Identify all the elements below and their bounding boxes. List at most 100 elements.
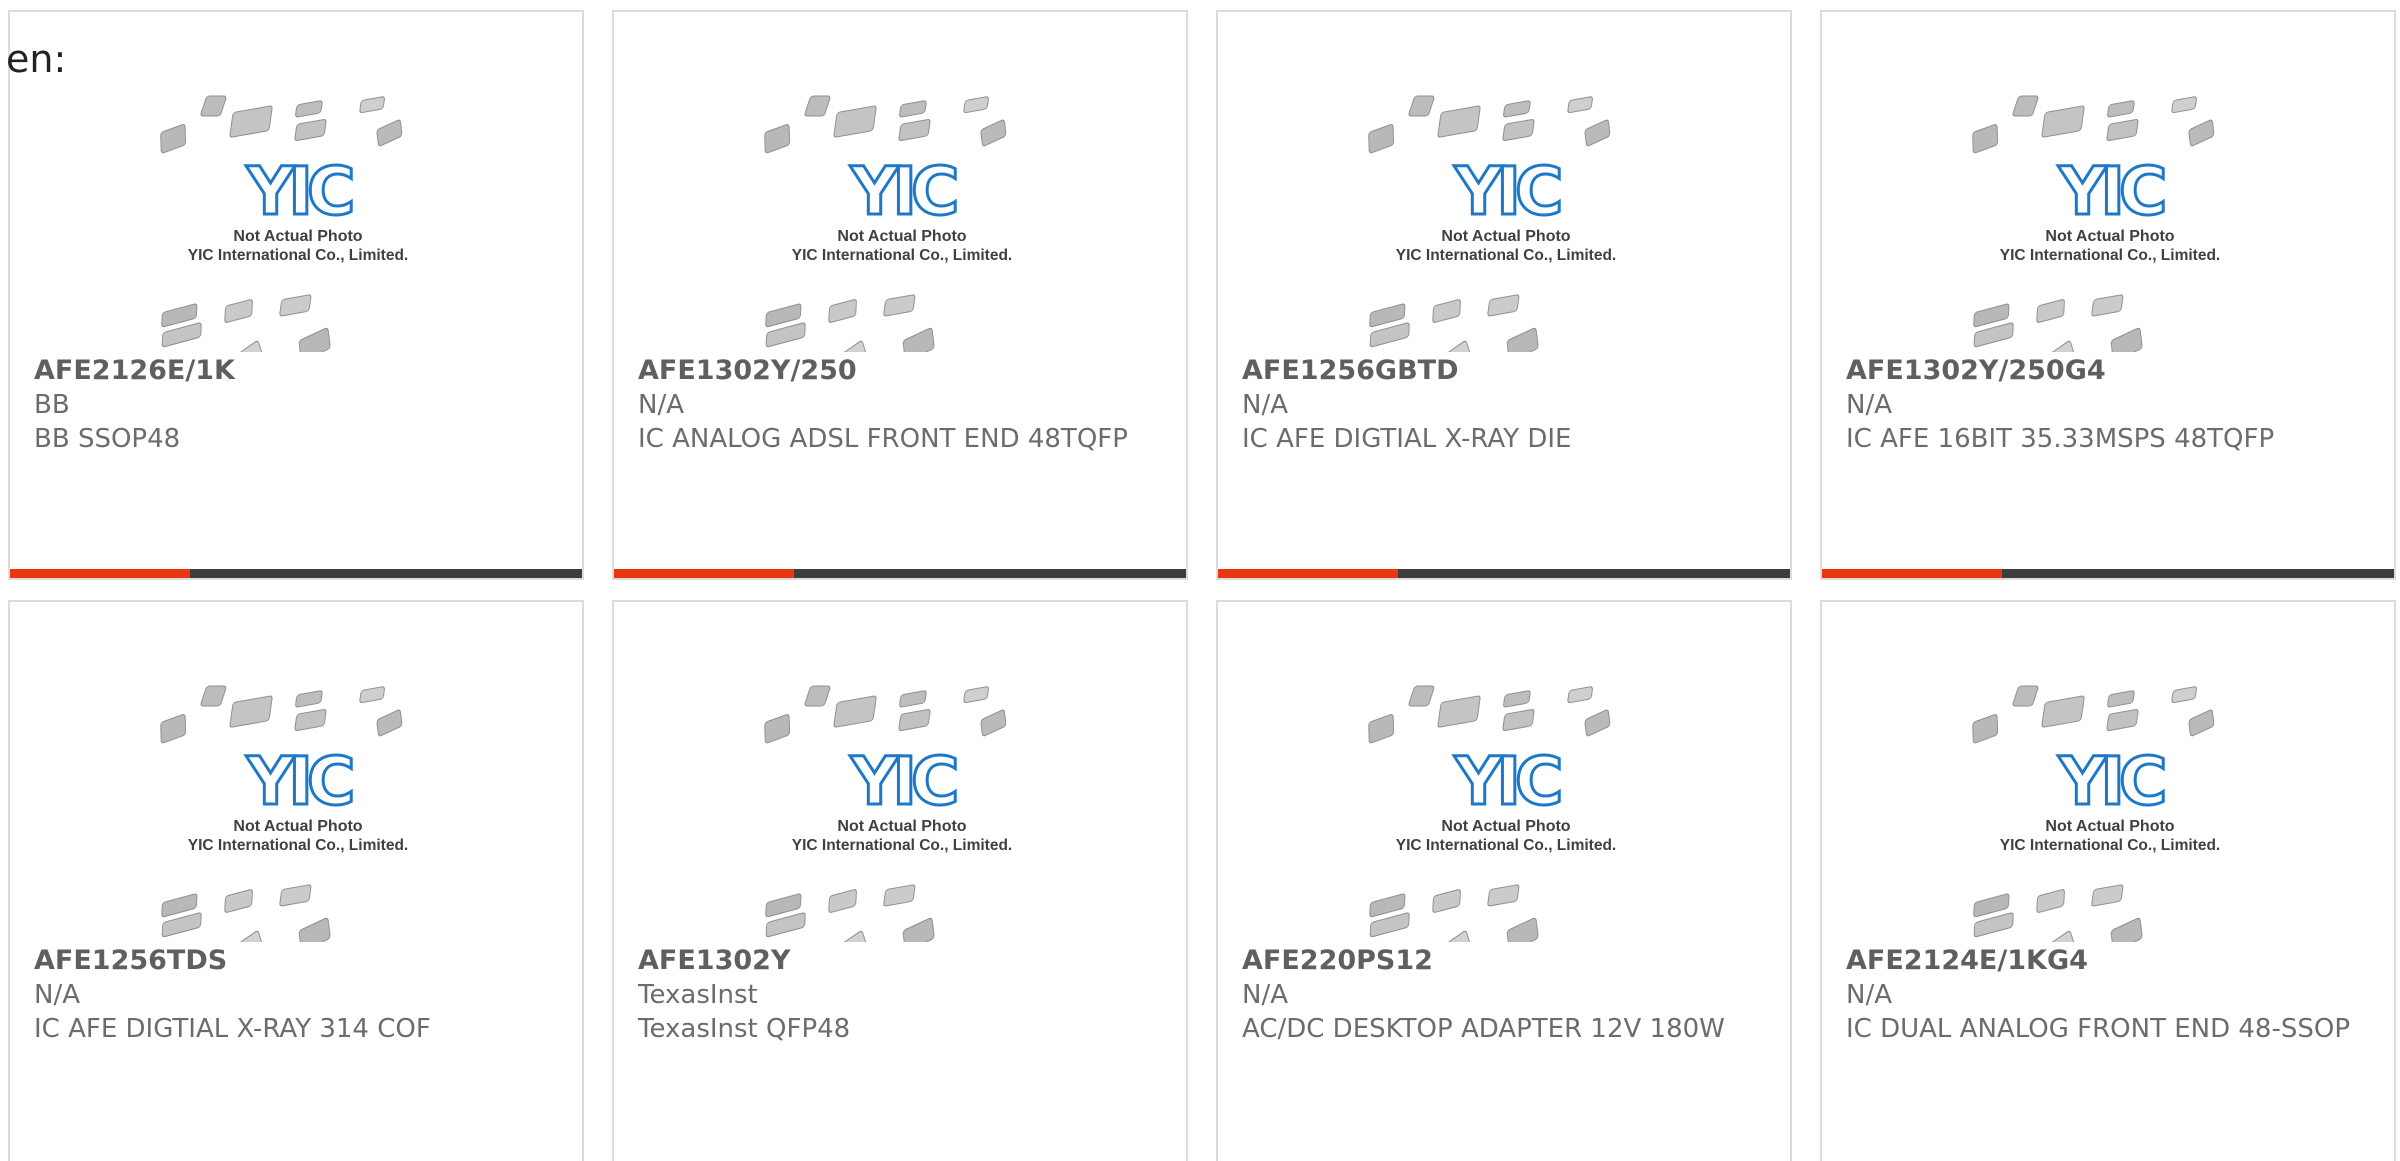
chip-icon (899, 690, 927, 708)
chip-icon (1503, 690, 1531, 708)
chip-icon (1441, 340, 1472, 352)
product-image[interactable]: YIC Not Actual Photo YIC International Co.… (10, 682, 582, 942)
part-number[interactable]: AFE1256TDS (34, 944, 558, 978)
chip-icon (2171, 96, 2197, 114)
chip-icon (2188, 119, 2215, 147)
chip-icon (294, 119, 327, 142)
product-card[interactable]: YIC Not Actual Photo YIC International Co.… (8, 600, 584, 1161)
product-info: AFE1302Y/250G4 N/A IC AFE 16BIT 35.33MSP… (1846, 354, 2370, 456)
chip-icon (359, 96, 385, 114)
placeholder-caption: Not Actual Photo (233, 228, 362, 245)
chip-row-top (1972, 95, 2215, 154)
placeholder-graphic: YICNot Actual Photo YIC International Co.… (1368, 685, 1616, 942)
placeholder-graphic: YICNot Actual Photo YIC International Co.… (1368, 95, 1616, 352)
yic-logo-icon: YIC (1454, 743, 1560, 820)
chip-icon (1408, 685, 1435, 707)
chip-icon (1506, 327, 1539, 352)
part-number[interactable]: AFE1256GBTD (1242, 354, 1766, 388)
manufacturer: N/A (638, 390, 684, 420)
product-image[interactable]: YIC Not Actual Photo YIC International Co.… (614, 92, 1186, 352)
product-image[interactable]: YIC Not Actual Photo YIC International Co.… (1218, 92, 1790, 352)
part-number[interactable]: AFE1302Y/250G4 (1846, 354, 2370, 388)
manufacturer: N/A (34, 980, 80, 1010)
chip-icon (229, 695, 273, 728)
chip-icon (2012, 685, 2039, 707)
card-bar-accent (10, 569, 191, 578)
chip-icon (2045, 340, 2076, 352)
product-card[interactable]: YIC Not Actual Photo YIC International Co.… (8, 10, 584, 580)
chip-icon (224, 299, 253, 323)
chip-icon (2110, 917, 2143, 942)
placeholder-caption: Not Actual Photo (1441, 228, 1570, 245)
placeholder-graphic: YICNot Actual Photo YIC International Co.… (764, 95, 1012, 352)
manufacturer: N/A (1242, 980, 1288, 1010)
yic-logo-icon: YIC (1454, 153, 1560, 230)
placeholder-graphic: YICNot Actual Photo YIC International Co.… (764, 685, 1012, 942)
description: IC AFE DIGTIAL X-RAY 314 COF (34, 1014, 431, 1044)
manufacturer: N/A (1846, 980, 1892, 1010)
language-label: en: (6, 37, 67, 81)
manufacturer: TexasInst (638, 980, 758, 1010)
chip-icon (1502, 119, 1535, 142)
description: IC ANALOG ADSL FRONT END 48TQFP (638, 424, 1128, 454)
product-card[interactable]: YIC Not Actual Photo YIC International Co.… (1216, 600, 1792, 1161)
product-card[interactable]: YIC Not Actual Photo YIC International Co.… (1820, 10, 2396, 580)
part-number[interactable]: AFE220PS12 (1242, 944, 1766, 978)
card-bottom-bar (614, 569, 1186, 578)
part-number[interactable]: AFE2126E/1K (34, 354, 558, 388)
product-info: AFE2126E/1K BB BB SSOP48 (34, 354, 558, 456)
card-bar-accent (1218, 569, 1399, 578)
chip-icon (376, 709, 403, 737)
placeholder-graphic: YICNot Actual Photo YIC International Co.… (1972, 685, 2220, 942)
chip-icon (1408, 95, 1435, 117)
part-number[interactable]: AFE2124E/1KG4 (1846, 944, 2370, 978)
chip-icon (963, 96, 989, 114)
manufacturer: N/A (1242, 390, 1288, 420)
placeholder-caption: Not Actual Photo (2045, 228, 2174, 245)
product-card[interactable]: YIC Not Actual Photo YIC International Co.… (612, 600, 1188, 1161)
chip-icon (2041, 105, 2085, 138)
product-card[interactable]: YIC Not Actual Photo YIC International Co.… (1216, 10, 1792, 580)
yic-logo-icon: YIC (246, 153, 352, 230)
chip-icon (2045, 930, 2076, 942)
chip-icon (2091, 294, 2124, 317)
description: IC AFE 16BIT 35.33MSPS 48TQFP (1846, 424, 2275, 454)
chip-icon (828, 299, 857, 323)
chip-icon (1584, 119, 1611, 147)
chip-icon (229, 105, 273, 138)
chip-row-top (764, 95, 1007, 154)
part-number[interactable]: AFE1302Y/250 (638, 354, 1162, 388)
chip-icon (764, 124, 791, 154)
part-number[interactable]: AFE1302Y (638, 944, 1162, 978)
product-image[interactable]: YIC Not Actual Photo YIC International Co.… (10, 92, 582, 352)
chip-icon (804, 685, 831, 707)
description: IC DUAL ANALOG FRONT END 48-SSOP (1846, 1014, 2350, 1044)
product-info: AFE2124E/1KG4 N/A IC DUAL ANALOG FRONT E… (1846, 944, 2370, 1046)
yic-logo-icon: YIC (2058, 153, 2164, 230)
product-card[interactable]: YIC Not Actual Photo YIC International Co.… (1820, 600, 2396, 1161)
chip-icon (2036, 299, 2065, 323)
chip-row-bottom (765, 884, 935, 942)
chip-icon (1369, 303, 1406, 328)
chip-icon (2107, 100, 2135, 118)
product-image[interactable]: YIC Not Actual Photo YIC International Co.… (1218, 682, 1790, 942)
product-image[interactable]: YIC Not Actual Photo YIC International Co.… (614, 682, 1186, 942)
product-card[interactable]: YIC Not Actual Photo YIC International Co.… (612, 10, 1188, 580)
chip-icon (233, 340, 264, 352)
chip-icon (161, 303, 198, 328)
placeholder-caption: Not Actual Photo (2045, 818, 2174, 835)
product-image[interactable]: YIC Not Actual Photo YIC International Co.… (1822, 92, 2394, 352)
placeholder-caption: Not Actual Photo (233, 818, 362, 835)
chip-icon (1502, 709, 1535, 732)
placeholder-caption: Not Actual Photo (1441, 818, 1570, 835)
placeholder-graphic: YICNot Actual Photo YIC International Co.… (1972, 95, 2220, 352)
chip-icon (1973, 303, 2010, 328)
chip-icon (980, 709, 1007, 737)
placeholder-graphic: YICNot Actual Photo YIC International Co.… (160, 685, 408, 942)
chip-icon (883, 294, 916, 317)
chip-icon (1567, 686, 1593, 704)
chip-icon (2106, 119, 2139, 142)
product-image[interactable]: YIC Not Actual Photo YIC International Co.… (1822, 682, 2394, 942)
chip-icon (1973, 893, 2010, 918)
chip-icon (1437, 695, 1481, 728)
